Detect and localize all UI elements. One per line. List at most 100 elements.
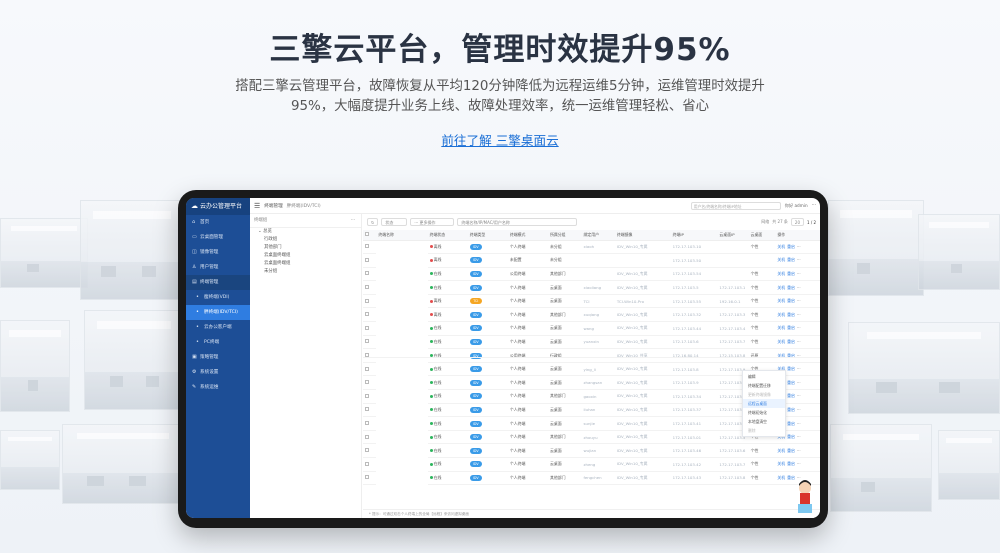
- row-action-button[interactable]: 重启: [787, 298, 795, 303]
- row-checkbox[interactable]: [363, 253, 377, 268]
- more-actions-icon[interactable]: ···: [797, 325, 801, 330]
- checkbox[interactable]: [365, 257, 369, 262]
- row-action-button[interactable]: 重启: [787, 380, 795, 385]
- context-menu-item[interactable]: 远程云桌面: [743, 399, 785, 408]
- row-action-button[interactable]: 关机: [777, 298, 785, 303]
- sidebar-item[interactable]: • 胖终端(IDV/TCI): [186, 305, 250, 320]
- table-search-input[interactable]: 终端名称/IP/MAC/用户名称: [457, 218, 578, 226]
- more-actions-icon[interactable]: ···: [797, 380, 801, 385]
- row-checkbox[interactable]: [363, 416, 377, 431]
- tree-node[interactable]: 云桌面终端组: [250, 252, 361, 260]
- checkbox[interactable]: [365, 285, 369, 290]
- tree-node[interactable]: 未分组: [250, 268, 361, 276]
- status-filter[interactable]: 状态: [381, 218, 408, 226]
- more-actions-icon[interactable]: ···: [797, 421, 801, 426]
- context-menu-item[interactable]: 本地盘清空: [743, 417, 785, 426]
- context-menu-item[interactable]: 终端配置迁移: [743, 381, 785, 390]
- row-checkbox[interactable]: [363, 389, 377, 404]
- more-actions-icon[interactable]: ···: [797, 393, 801, 398]
- row-action-button[interactable]: 关机: [777, 461, 785, 466]
- refresh-button[interactable]: ↻: [367, 218, 379, 226]
- checkbox[interactable]: [365, 461, 369, 466]
- row-checkbox[interactable]: [363, 430, 377, 445]
- more-icon[interactable]: ···: [812, 203, 816, 208]
- row-action-button[interactable]: 重启: [787, 461, 795, 466]
- tree-more-icon[interactable]: ···: [351, 214, 355, 228]
- row-action-button[interactable]: 关机: [777, 475, 785, 480]
- page-size-select[interactable]: 20: [790, 218, 805, 226]
- terminal-name-link[interactable]: 冯 部门: [363, 344, 820, 358]
- more-actions-icon[interactable]: ···: [797, 434, 801, 439]
- row-checkbox[interactable]: [363, 294, 377, 309]
- sidebar-item[interactable]: • 云办公客户端: [186, 320, 250, 335]
- row-checkbox[interactable]: [363, 443, 377, 458]
- network-filter[interactable]: 网络: [761, 219, 769, 225]
- checkbox[interactable]: [365, 434, 369, 439]
- more-actions-icon[interactable]: ···: [797, 271, 801, 276]
- sidebar-item[interactable]: ◫ 镜像管理: [186, 245, 250, 260]
- row-action-button[interactable]: 重启: [787, 312, 795, 317]
- sidebar-item[interactable]: ▣ 策略管理: [186, 350, 250, 365]
- row-action-button[interactable]: 关机: [777, 448, 785, 453]
- learn-more-link[interactable]: 前往了解 三擎桌面云: [0, 130, 1000, 149]
- row-action-button[interactable]: 关机: [777, 271, 785, 276]
- more-actions-icon[interactable]: ···: [797, 298, 801, 303]
- row-action-button[interactable]: 重启: [787, 407, 795, 412]
- row-checkbox[interactable]: [363, 362, 377, 377]
- user-menu[interactable]: 你好 admin: [785, 203, 808, 209]
- row-checkbox[interactable]: [363, 307, 377, 323]
- checkbox[interactable]: [365, 339, 369, 344]
- checkbox[interactable]: [365, 325, 369, 330]
- checkbox[interactable]: [365, 448, 369, 453]
- sidebar-item[interactable]: ⌂ 首页: [186, 215, 250, 230]
- context-menu-item[interactable]: 终端初始化: [743, 408, 785, 417]
- tree-node[interactable]: ⌄ 总览: [250, 228, 361, 236]
- row-checkbox[interactable]: [363, 321, 377, 336]
- checkbox[interactable]: [365, 475, 369, 480]
- row-action-button[interactable]: 关机: [777, 325, 785, 330]
- more-actions-icon[interactable]: ···: [797, 366, 801, 371]
- row-action-button[interactable]: 重启: [787, 366, 795, 371]
- more-actions-icon[interactable]: ···: [797, 244, 801, 249]
- row-action-button[interactable]: 关机: [777, 244, 785, 249]
- more-actions-icon[interactable]: ···: [797, 448, 801, 453]
- row-checkbox[interactable]: [363, 375, 377, 391]
- sidebar-item[interactable]: • 瘦终端(VDI): [186, 290, 250, 305]
- checkbox[interactable]: [365, 312, 369, 317]
- tree-node[interactable]: 其他部门: [250, 244, 361, 252]
- sidebar-item[interactable]: ✎ 系统运维: [186, 380, 250, 395]
- sidebar-item[interactable]: ▤ 终端管理: [186, 275, 250, 290]
- row-checkbox[interactable]: [363, 280, 377, 295]
- row-action-button[interactable]: 重启: [787, 244, 795, 249]
- row-checkbox[interactable]: [363, 240, 377, 255]
- more-actions-icon[interactable]: ···: [797, 312, 801, 317]
- row-action-button[interactable]: 重启: [787, 434, 795, 439]
- checkbox[interactable]: [365, 244, 369, 249]
- batch-actions-dropdown[interactable]: ··· 更多操作: [410, 218, 455, 226]
- row-checkbox[interactable]: [363, 471, 377, 486]
- row-checkbox[interactable]: [363, 267, 377, 282]
- row-action-button[interactable]: 重启: [787, 393, 795, 398]
- more-actions-icon[interactable]: ···: [797, 407, 801, 412]
- checkbox[interactable]: [365, 380, 369, 385]
- global-search-input[interactable]: 用户名/终端名称/终端IP地址: [690, 201, 781, 210]
- context-menu-item[interactable]: 编辑: [743, 372, 785, 381]
- more-actions-icon[interactable]: ···: [797, 257, 801, 262]
- row-checkbox[interactable]: [363, 457, 377, 472]
- pagination[interactable]: 1 / 2: [807, 220, 816, 225]
- checkbox[interactable]: [365, 393, 369, 398]
- more-actions-icon[interactable]: ···: [797, 285, 801, 290]
- row-action-button[interactable]: 关机: [777, 285, 785, 290]
- row-action-button[interactable]: 关机: [777, 257, 785, 262]
- tree-node[interactable]: 云桌面终端组: [250, 260, 361, 268]
- tree-node[interactable]: 行政组: [250, 236, 361, 244]
- context-menu-item[interactable]: 删除: [743, 426, 785, 435]
- row-action-button[interactable]: 重启: [787, 285, 795, 290]
- row-action-button[interactable]: 重启: [787, 475, 795, 480]
- checkbox[interactable]: [365, 421, 369, 426]
- sidebar-item[interactable]: • PC终端: [186, 335, 250, 350]
- more-actions-icon[interactable]: ···: [797, 461, 801, 466]
- checkbox[interactable]: [365, 298, 369, 303]
- row-action-button[interactable]: 重启: [787, 448, 795, 453]
- row-action-button[interactable]: 重启: [787, 325, 795, 330]
